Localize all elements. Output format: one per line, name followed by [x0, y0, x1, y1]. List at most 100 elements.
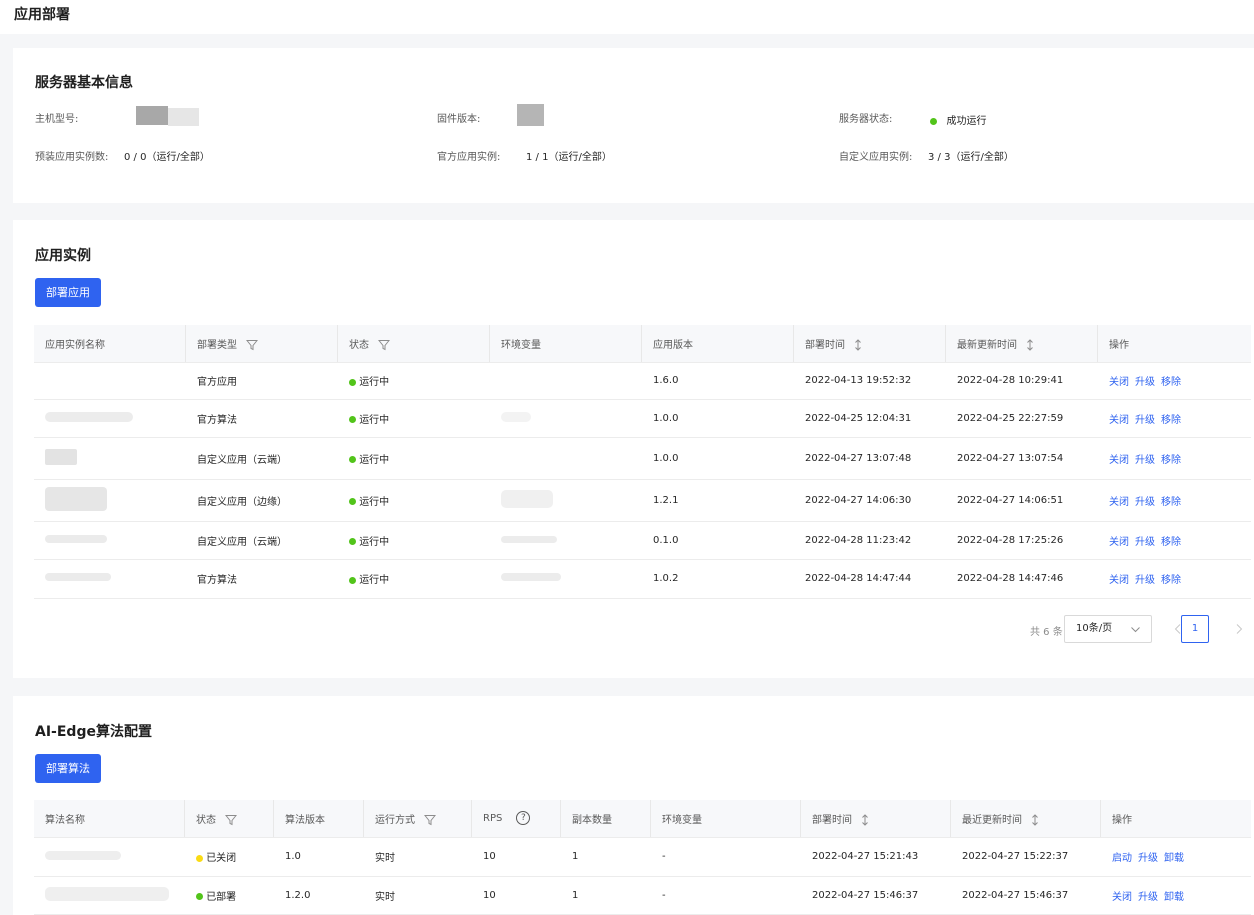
- update-time: 2022-04-27 15:22:37: [951, 837, 1101, 877]
- actions-cell: 关闭 升级 移除: [1098, 399, 1251, 438]
- redacted-blur: [501, 535, 557, 543]
- server-status-value: 成功运行: [946, 116, 987, 127]
- col-update-time[interactable]: 最近更新时间: [951, 800, 1101, 838]
- app-instances-card: 应用实例 部署应用 应用实例名称 部署类型 状态 环境变量 应用版本 部署时间 …: [13, 220, 1254, 678]
- sort-icon[interactable]: [854, 339, 862, 351]
- official-value: 1 / 1（运行/全部）: [526, 152, 612, 163]
- start-link[interactable]: 启动: [1112, 853, 1132, 864]
- upgrade-link[interactable]: 升级: [1135, 377, 1155, 388]
- table-row: 自定义应用（云端） 运行中 0.1.0 2022-04-28 11:23:42 …: [34, 521, 1251, 560]
- rps: 10: [472, 837, 561, 877]
- upgrade-link[interactable]: 升级: [1138, 892, 1158, 903]
- table-row: 自定义应用（边缘） 运行中 1.2.1 2022-04-27 14:06:30 …: [34, 479, 1251, 522]
- host-model-label: 主机型号:: [35, 114, 79, 125]
- col-rps: RPS?: [472, 800, 561, 838]
- col-status[interactable]: 状态: [185, 800, 274, 838]
- env-redacted: [490, 521, 642, 560]
- uninstall-link[interactable]: 卸载: [1164, 892, 1184, 903]
- deploy-type: 官方应用: [186, 362, 338, 400]
- upgrade-link[interactable]: 升级: [1135, 415, 1155, 426]
- page-size-select[interactable]: 10条/页: [1064, 615, 1152, 643]
- status-dot: [349, 416, 356, 423]
- deploy-time: 2022-04-25 12:04:31: [794, 399, 946, 438]
- update-time: 2022-04-27 15:46:37: [951, 876, 1101, 915]
- help-icon[interactable]: ?: [516, 811, 531, 826]
- remove-link[interactable]: 移除: [1161, 415, 1181, 426]
- filter-icon[interactable]: [225, 814, 238, 826]
- status-dot: [349, 538, 356, 545]
- status-text: 运行中: [359, 377, 390, 388]
- page-number-1[interactable]: 1: [1181, 615, 1209, 643]
- close-link[interactable]: 关闭: [1112, 892, 1132, 903]
- status-text: 运行中: [359, 454, 390, 466]
- chevron-right-icon[interactable]: [1235, 623, 1243, 635]
- upgrade-link[interactable]: 升级: [1138, 853, 1158, 864]
- col-deploy-time[interactable]: 部署时间: [801, 800, 951, 838]
- env-redacted: [490, 559, 642, 599]
- server-status-label: 服务器状态:: [839, 114, 893, 125]
- env-redacted: [490, 399, 642, 438]
- upgrade-link[interactable]: 升级: [1135, 575, 1155, 586]
- close-link[interactable]: 关闭: [1109, 575, 1129, 586]
- close-link[interactable]: 关闭: [1109, 537, 1129, 548]
- upgrade-link[interactable]: 升级: [1135, 497, 1155, 508]
- actions-cell: 启动 升级 卸载: [1101, 837, 1251, 877]
- close-link[interactable]: 关闭: [1109, 415, 1129, 426]
- remove-link[interactable]: 移除: [1161, 377, 1181, 388]
- sort-icon[interactable]: [1031, 814, 1039, 826]
- status-text: 已关闭: [206, 853, 237, 864]
- actions-cell: 关闭 升级 移除: [1098, 362, 1251, 400]
- actions-cell: 关闭 升级 移除: [1098, 521, 1251, 560]
- deploy-algorithm-button[interactable]: 部署算法: [35, 754, 101, 783]
- filter-icon[interactable]: [378, 339, 391, 351]
- filter-icon[interactable]: [424, 814, 437, 826]
- status-cell: 已部署: [185, 876, 274, 915]
- col-deploy-type[interactable]: 部署类型: [186, 325, 338, 363]
- remove-link[interactable]: 移除: [1161, 455, 1181, 466]
- close-link[interactable]: 关闭: [1109, 377, 1129, 388]
- filter-icon[interactable]: [246, 339, 259, 351]
- redacted-blur: [45, 486, 107, 511]
- update-time: 2022-04-28 17:25:26: [946, 521, 1098, 560]
- table-header-row: 算法名称 状态 算法版本 运行方式 RPS? 副本数量 环境变量 部署时间 最近…: [34, 800, 1251, 838]
- sort-icon[interactable]: [861, 814, 869, 826]
- deploy-app-button[interactable]: 部署应用: [35, 278, 101, 307]
- remove-link[interactable]: 移除: [1161, 575, 1181, 586]
- upgrade-link[interactable]: 升级: [1135, 537, 1155, 548]
- col-run-mode[interactable]: 运行方式: [364, 800, 472, 838]
- update-time: 2022-04-27 14:06:51: [946, 479, 1098, 522]
- instance-name-redacted: [34, 479, 186, 522]
- col-status[interactable]: 状态: [338, 325, 490, 363]
- close-link[interactable]: 关闭: [1109, 497, 1129, 508]
- replicas: 1: [561, 837, 651, 877]
- col-update-time[interactable]: 最新更新时间: [946, 325, 1098, 363]
- app-instances-table: 应用实例名称 部署类型 状态 环境变量 应用版本 部署时间 最新更新时间 操作 …: [34, 325, 1251, 599]
- version: 1.0.2: [642, 559, 794, 599]
- deploy-type: 自定义应用（云端）: [186, 437, 338, 480]
- replicas: 1: [561, 876, 651, 915]
- status-cell: 运行中: [338, 521, 490, 560]
- sort-icon[interactable]: [1026, 339, 1034, 351]
- remove-link[interactable]: 移除: [1161, 497, 1181, 508]
- firmware-label: 固件版本:: [437, 114, 481, 125]
- uninstall-link[interactable]: 卸载: [1164, 853, 1184, 864]
- official-label: 官方应用实例:: [437, 152, 501, 163]
- instance-name-redacted: [34, 437, 186, 480]
- status-dot: [349, 576, 356, 584]
- col-actions: 操作: [1098, 325, 1251, 363]
- upgrade-link[interactable]: 升级: [1135, 455, 1155, 466]
- page-header: 应用部署: [0, 0, 1254, 34]
- col-algorithm-version: 算法版本: [274, 800, 364, 838]
- server-status: 成功运行: [930, 112, 987, 127]
- redacted-blur: [45, 534, 107, 543]
- redacted-blur: [45, 850, 121, 860]
- col-deploy-time[interactable]: 部署时间: [794, 325, 946, 363]
- status-cell: 运行中: [338, 479, 490, 522]
- status-text: 运行中: [359, 536, 390, 548]
- remove-link[interactable]: 移除: [1161, 537, 1181, 548]
- version: 1.0.0: [642, 437, 794, 480]
- firmware-redacted: [517, 104, 544, 126]
- redacted-blur: [45, 448, 77, 465]
- close-link[interactable]: 关闭: [1109, 455, 1129, 466]
- preinstalled-value: 0 / 0（运行/全部）: [124, 152, 210, 163]
